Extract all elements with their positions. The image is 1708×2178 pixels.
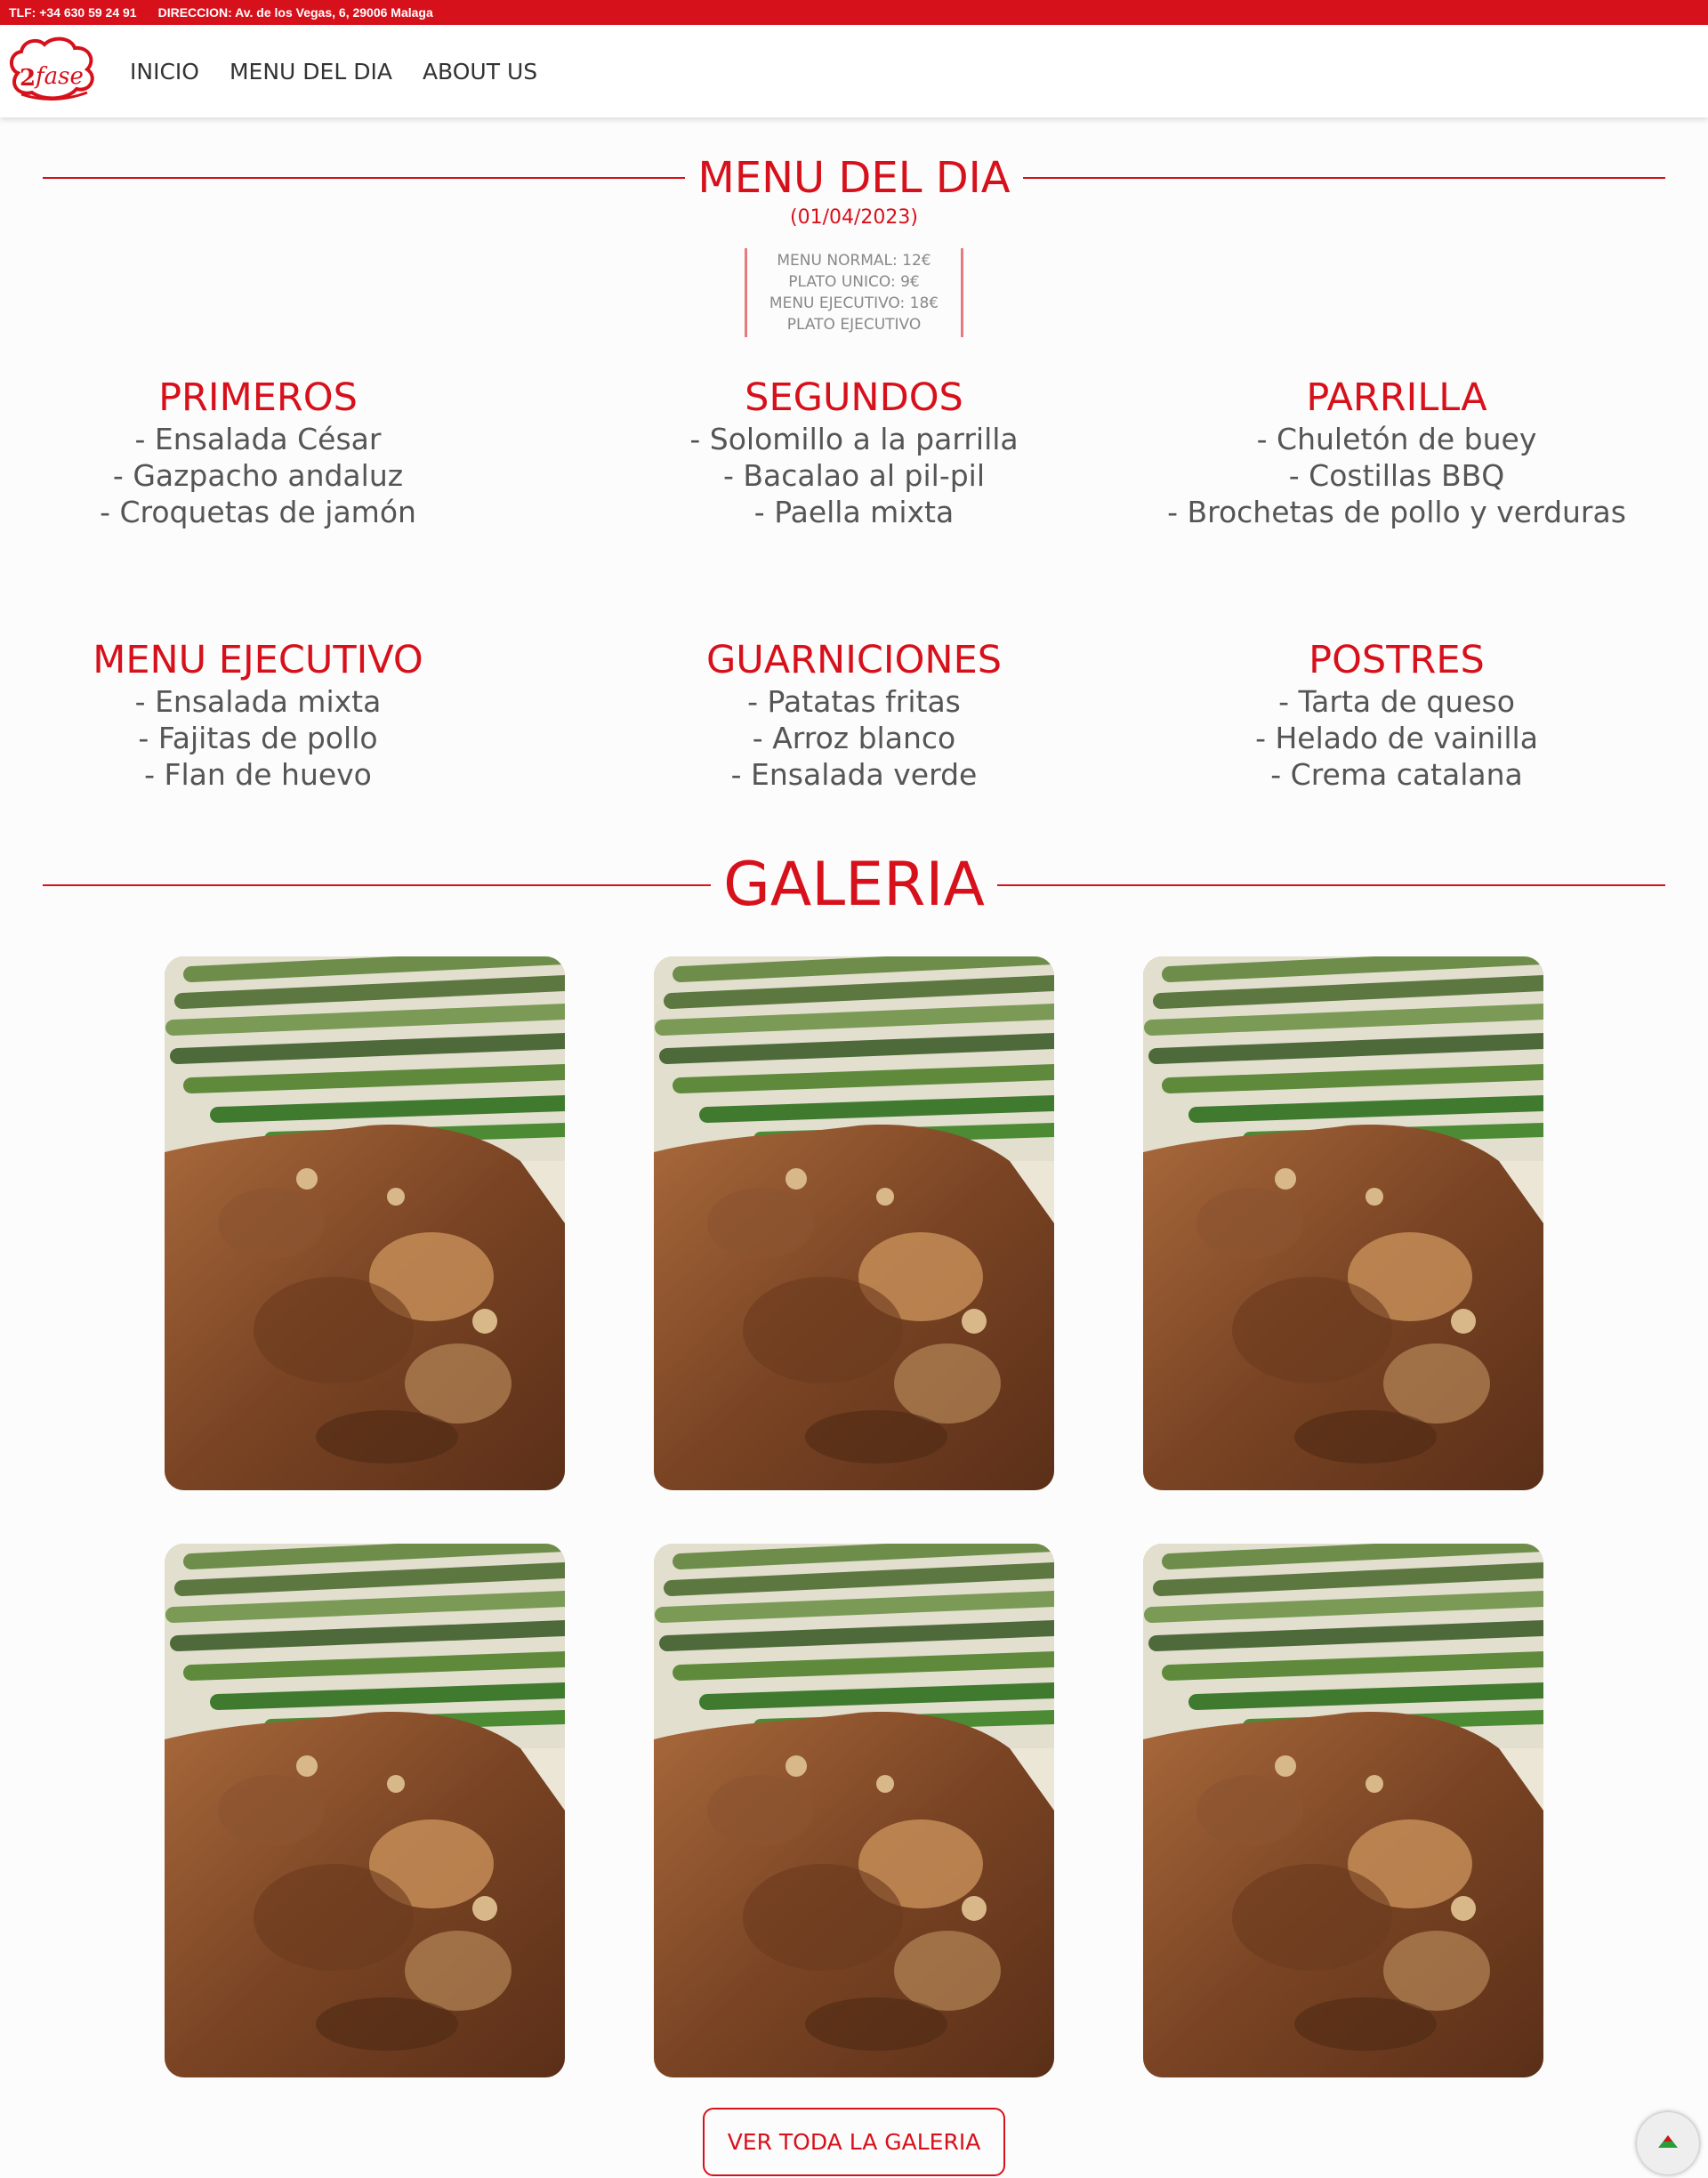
food-photo-image (654, 1544, 1054, 2077)
food-photo-image (165, 1544, 565, 2077)
menu-item: - Paella mixta (753, 495, 955, 529)
badge-icon (1658, 2135, 1678, 2148)
gallery-photo[interactable] (654, 1544, 1054, 2077)
menu-section-title: GUARNICIONES (705, 638, 1003, 682)
menu-section-title: SEGUNDOS (745, 375, 963, 420)
price-item: MENU EJECUTIVO: 18€ (769, 294, 939, 312)
menu-item: - Gazpacho andaluz (112, 458, 404, 493)
gallery-grid (165, 956, 1543, 2077)
menu-title: MENU DEL DIA (697, 153, 1011, 203)
menu-item: - Tarta de queso (1278, 684, 1515, 719)
view-all-gallery-button[interactable]: VER TODA LA GALERIA (702, 2108, 1006, 2176)
menu-grid: PRIMEROS - Ensalada César - Gazpacho and… (0, 375, 1708, 793)
price-list: MENU NORMAL: 12€ PLATO UNICO: 9€ MENU EJ… (745, 248, 963, 337)
address-text: DIRECCION: Av. de los Vegas, 6, 29006 Ma… (157, 5, 433, 20)
menu-item: - Brochetas de pollo y verduras (1167, 495, 1626, 529)
food-photo-image (1143, 1544, 1543, 2077)
price-item: PLATO UNICO: 9€ (788, 273, 920, 291)
menu-section-title: POSTRES (1309, 638, 1485, 682)
food-photo-image (1143, 956, 1543, 1490)
menu-section-header: MENU DEL DIA (43, 153, 1665, 203)
menu-section-segundos: SEGUNDOS - Solomillo a la parrilla - Bac… (569, 375, 1139, 530)
menu-section-postres: POSTRES - Tarta de queso - Helado de vai… (1139, 637, 1708, 793)
nav-item-about-us[interactable]: ABOUT US (423, 59, 537, 85)
menu-section-guarniciones: GUARNICIONES - Patatas fritas - Arroz bl… (569, 637, 1139, 793)
menu-section-primeros: PRIMEROS - Ensalada César - Gazpacho and… (0, 375, 569, 530)
menu-item: - Ensalada verde (730, 757, 978, 792)
divider-line (43, 884, 712, 886)
menu-section-title: PRIMEROS (158, 375, 358, 420)
divider-line (996, 884, 1666, 886)
gallery-photo[interactable] (165, 956, 565, 1490)
menu-item: - Ensalada mixta (134, 684, 382, 719)
menu-item: - Fajitas de pollo (138, 721, 378, 755)
gallery-photo[interactable] (1143, 956, 1543, 1490)
divider-line (43, 177, 686, 179)
gallery-photo[interactable] (1143, 1544, 1543, 2077)
logo-text: fase (34, 63, 84, 90)
menu-date: (01/04/2023) (790, 206, 918, 229)
menu-section-parrilla: PARRILLA - Chuletón de buey - Costillas … (1139, 375, 1708, 530)
gallery-section-header: GALERIA (43, 850, 1666, 921)
gallery-title: GALERIA (723, 850, 985, 920)
floating-badge[interactable] (1637, 2112, 1699, 2174)
menu-section-title: MENU EJECUTIVO (93, 638, 423, 682)
menu-item: - Helado de vainilla (1255, 721, 1538, 755)
navbar: 2 fase INICIO MENU DEL DIA ABOUT US (0, 25, 1708, 117)
nav-item-menu-del-dia[interactable]: MENU DEL DIA (230, 59, 392, 85)
menu-item: - Arroz blanco (752, 721, 956, 755)
menu-item: - Crema catalana (1270, 757, 1523, 792)
price-item: PLATO EJECUTIVO (786, 316, 922, 334)
gallery-photo[interactable] (654, 956, 1054, 1490)
menu-item: - Chuletón de buey (1256, 422, 1537, 456)
logo[interactable]: 2 fase (5, 34, 101, 109)
price-item: MENU NORMAL: 12€ (777, 252, 931, 270)
divider-line (1022, 177, 1665, 179)
menu-item: - Patatas fritas (747, 684, 961, 719)
top-info-bar: TLF: +34 630 59 24 91 DIRECCION: Av. de … (0, 0, 1708, 25)
logo-digit: 2 (20, 65, 36, 92)
phone-text[interactable]: TLF: +34 630 59 24 91 (9, 5, 137, 20)
menu-item: - Flan de huevo (144, 757, 372, 792)
menu-item: - Bacalao al pil-pil (722, 458, 986, 493)
gallery-photo[interactable] (165, 1544, 565, 2077)
food-photo-image (654, 956, 1054, 1490)
menu-item: - Croquetas de jamón (100, 495, 416, 529)
nav-item-inicio[interactable]: INICIO (130, 59, 199, 85)
menu-section-menu-ejecutivo: MENU EJECUTIVO - Ensalada mixta - Fajita… (0, 637, 569, 793)
food-photo-image (165, 956, 565, 1490)
menu-item: - Costillas BBQ (1288, 458, 1505, 493)
menu-section-title: PARRILLA (1306, 375, 1487, 420)
menu-item: - Ensalada César (134, 422, 382, 456)
menu-item: - Solomillo a la parrilla (689, 422, 1019, 456)
